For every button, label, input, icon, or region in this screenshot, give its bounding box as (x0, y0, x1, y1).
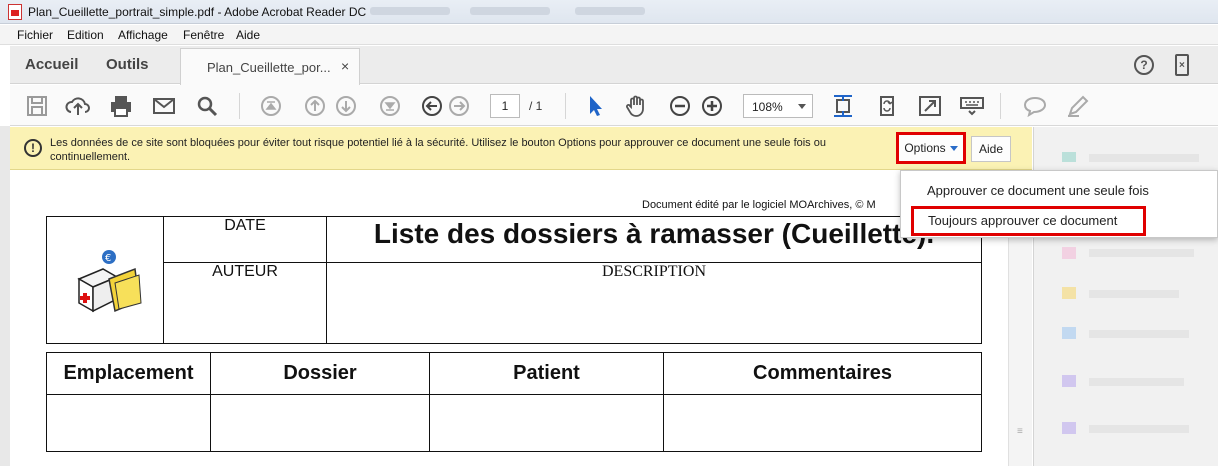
menu-affichage[interactable]: Affichage (118, 28, 168, 42)
keyboard-icon[interactable] (959, 93, 985, 119)
select-cursor-icon[interactable] (582, 93, 608, 119)
tab-document[interactable]: Plan_Cueillette_por... × (180, 48, 360, 85)
pickup-table: Emplacement Dossier Patient Commentaires (46, 352, 982, 452)
left-pane-edge (0, 126, 10, 466)
table-cell (210, 394, 430, 452)
window-titlebar: Plan_Cueillette_portrait_simple.pdf - Ad… (0, 0, 1218, 24)
pen-icon[interactable] (1065, 93, 1091, 119)
print-icon[interactable] (108, 93, 134, 119)
blurred-title-fragment (575, 7, 645, 15)
description-label: DESCRIPTION (326, 262, 982, 344)
table-row (46, 394, 982, 452)
column-header-commentaires: Commentaires (663, 352, 982, 395)
logo-cell: € (46, 216, 164, 344)
first-page-icon[interactable] (258, 93, 284, 119)
notification-message: Les données de ce site sont bloquées pou… (50, 137, 826, 163)
window-title: Plan_Cueillette_portrait_simple.pdf - Ad… (28, 5, 367, 19)
scroll-grip-icon: ≡ (1017, 426, 1023, 437)
rotate-icon[interactable] (874, 93, 900, 119)
toolbar-separator (565, 93, 566, 119)
menu-edition[interactable]: Edition (67, 28, 104, 42)
email-icon[interactable] (151, 93, 177, 119)
menu-fichier[interactable]: Fichier (17, 28, 53, 42)
warning-icon: ! (24, 139, 42, 157)
zoom-value: 108% (752, 100, 783, 114)
document-tab-label: Plan_Cueillette_por... (207, 60, 331, 75)
archive-logo-icon: € (77, 249, 142, 312)
tab-bar: Accueil Outils Plan_Cueillette_por... × … (10, 46, 1218, 85)
search-icon[interactable] (194, 93, 220, 119)
fullscreen-icon[interactable] (917, 93, 943, 119)
chevron-down-icon (949, 146, 958, 151)
page-number-input[interactable]: 1 (490, 94, 520, 118)
document-title: Liste des dossiers à ramasser (Cueillett… (326, 216, 982, 263)
options-dropdown-menu: Approuver ce document une seule fois Tou… (900, 170, 1218, 238)
zoom-out-icon[interactable] (667, 93, 693, 119)
edited-by-text: Document édité par le logiciel MOArchive… (642, 199, 876, 211)
column-header-patient: Patient (429, 352, 664, 395)
forward-icon[interactable] (446, 93, 472, 119)
comment-icon[interactable] (1022, 93, 1048, 119)
back-icon[interactable] (419, 93, 445, 119)
toolbar-separator (1000, 93, 1001, 119)
toolbar: 1 / 1 108% (10, 85, 1218, 126)
date-label: DATE (163, 216, 327, 263)
zoom-select[interactable]: 108% (743, 94, 813, 118)
table-cell (46, 394, 211, 452)
menu-item-approve-once[interactable]: Approuver ce document une seule fois (927, 183, 1149, 198)
column-header-emplacement: Emplacement (46, 352, 211, 395)
menu-bar: Fichier Edition Affichage Fenêtre Aide (0, 25, 1218, 45)
cloud-upload-icon[interactable] (65, 93, 91, 119)
column-header-dossier: Dossier (210, 352, 430, 395)
tab-home[interactable]: Accueil (25, 56, 78, 73)
tab-tools[interactable]: Outils (106, 56, 149, 73)
zoom-in-icon[interactable] (699, 93, 725, 119)
fit-page-icon[interactable] (830, 93, 856, 119)
security-notification-bar: ! Les données de ce site sont bloquées p… (10, 127, 1032, 170)
svg-text:€: € (105, 253, 111, 264)
hand-icon[interactable] (624, 93, 650, 119)
last-page-icon[interactable] (377, 93, 403, 119)
previous-page-icon[interactable] (302, 93, 328, 119)
header-table: € DATE Liste des dossiers à ramasser (Cu… (46, 216, 982, 344)
help-icon[interactable]: ? (1134, 55, 1154, 75)
save-icon[interactable] (24, 93, 50, 119)
menu-fenetre[interactable]: Fenêtre (183, 28, 224, 42)
pdf-file-icon (8, 4, 22, 20)
help-button[interactable]: Aide (971, 136, 1011, 162)
toolbar-separator (239, 93, 240, 119)
mobile-icon[interactable]: × (1175, 54, 1189, 76)
close-tab-button[interactable]: × (341, 58, 349, 74)
menu-item-always-approve[interactable]: Toujours approuver ce document (911, 206, 1146, 236)
next-page-icon[interactable] (333, 93, 359, 119)
options-label: Options (904, 141, 946, 155)
blurred-title-fragment (370, 7, 450, 15)
menu-aide[interactable]: Aide (236, 28, 260, 42)
chevron-down-icon (798, 104, 806, 109)
table-cell (429, 394, 664, 452)
options-button[interactable]: Options (896, 132, 966, 164)
menu-item-always-approve-label: Toujours approuver ce document (928, 213, 1118, 228)
page-total: / 1 (529, 99, 543, 113)
table-cell (663, 394, 982, 452)
author-label: AUTEUR (163, 262, 327, 344)
blurred-title-fragment (470, 7, 550, 15)
